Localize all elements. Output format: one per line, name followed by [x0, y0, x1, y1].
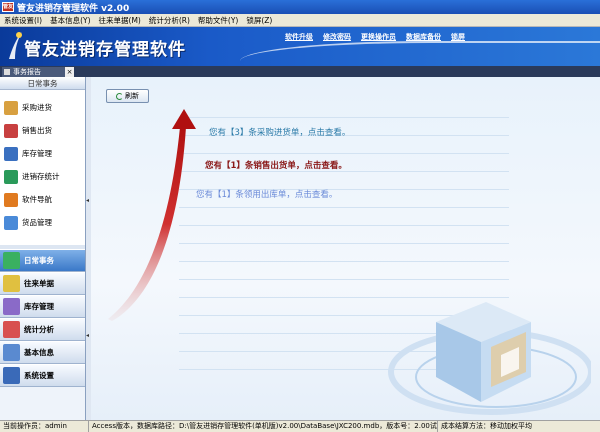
- change-password-link[interactable]: 修改密码: [323, 32, 351, 42]
- group-label: 统计分析: [24, 325, 54, 334]
- group-label: 库存管理: [24, 302, 54, 311]
- sidebar-item-label: 货品管理: [22, 218, 52, 227]
- banner-links: 软件升级 修改密码 更换操作员 数据库备份 锁屏: [285, 32, 465, 42]
- tab-icon: [4, 69, 10, 75]
- group-warehouse[interactable]: 库存管理: [0, 295, 85, 318]
- warehouse-icon: [3, 298, 20, 315]
- sidebar-item-goods[interactable]: 货品管理: [0, 211, 85, 234]
- collapse-arrow-icon[interactable]: ◂: [86, 197, 89, 204]
- logo-swoosh-icon: [9, 32, 22, 59]
- sidebar-item-navigation[interactable]: 软件导航: [0, 188, 85, 211]
- group-label: 日常事务: [24, 256, 54, 265]
- refresh-label: 刷新: [125, 92, 139, 100]
- analysis-icon: [3, 321, 20, 338]
- settings-icon: [3, 367, 20, 384]
- decorative-cube-art: [388, 302, 591, 415]
- status-database-info: Access版本，数据库路径：D:\管友进销存管理软件(单机版)v2.00\Da…: [89, 421, 438, 432]
- daily-icon: [3, 252, 20, 269]
- status-cost-method: 成本结算方法：移动加权平均: [441, 422, 532, 430]
- group-info[interactable]: 基本信息: [0, 341, 85, 364]
- sidebar-item-inventory[interactable]: 库存管理: [0, 142, 85, 165]
- navigation-icon: [4, 192, 18, 207]
- header-banner: 管友进销存管理软件 软件升级 修改密码 更换操作员 数据库备份 锁屏: [0, 27, 600, 66]
- app-icon: 管友: [2, 2, 14, 12]
- collapse-arrow-icon[interactable]: ◂: [86, 332, 89, 339]
- main-panel: 刷新 您有【3】条采购进货单，点击查看。 您有【1】条销售出货单，点击查看。 您…: [91, 77, 600, 420]
- tab-bar: 事务报告 ×: [0, 66, 600, 77]
- sidebar-item-label: 库存管理: [22, 149, 52, 158]
- refresh-button[interactable]: 刷新: [106, 89, 149, 103]
- group-documents[interactable]: 往来单据: [0, 272, 85, 295]
- group-daily[interactable]: 日常事务: [0, 249, 85, 272]
- status-operator: 当前操作员：admin: [0, 421, 89, 432]
- purchase-icon: [4, 100, 18, 115]
- banner-title: 管友进销存管理软件: [24, 40, 186, 60]
- sidebar-item-purchase[interactable]: 采购进货: [0, 96, 85, 119]
- outbound-message-link[interactable]: 您有【1】条领用出库单，点击查看。: [196, 188, 337, 200]
- status-bar: 当前操作员：admin Access版本，数据库路径：D:\管友进销存管理软件(…: [0, 420, 600, 432]
- change-operator-link[interactable]: 更换操作员: [361, 32, 396, 42]
- purchase-message-link[interactable]: 您有【3】条采购进货单，点击查看。: [209, 126, 350, 138]
- menu-bar: 系统设置(I) 基本信息(Y) 往来单据(M) 统计分析(R) 帮助文件(Y) …: [0, 14, 600, 27]
- sidebar-header: 日常事务: [0, 77, 85, 90]
- menu-system-settings[interactable]: 系统设置(I): [0, 15, 46, 26]
- sales-message-link[interactable]: 您有【1】条销售出货单，点击查看。: [205, 159, 347, 171]
- red-arrow-icon: [108, 109, 196, 321]
- sidebar-item-label: 软件导航: [22, 195, 52, 204]
- group-analysis[interactable]: 统计分析: [0, 318, 85, 341]
- group-label: 往来单据: [24, 279, 54, 288]
- backup-database-link[interactable]: 数据库备份: [406, 32, 441, 42]
- tab-close-icon[interactable]: ×: [65, 67, 74, 77]
- sales-icon: [4, 123, 18, 138]
- window-title: 管友进销存管理软件 v2.00: [17, 3, 130, 14]
- tab-label: 事务报告: [13, 68, 41, 76]
- sidebar: 日常事务 采购进货 销售出货 库存管理 进销存统计 软件导航 货品管理 日常事务: [0, 77, 86, 420]
- sidebar-item-stats[interactable]: 进销存统计: [0, 165, 85, 188]
- inventory-icon: [4, 146, 18, 161]
- menu-statistics[interactable]: 统计分析(R): [145, 15, 194, 26]
- lock-screen-link[interactable]: 锁屏: [451, 32, 465, 42]
- title-bar: 管友 管友进销存管理软件 v2.00: [0, 0, 600, 14]
- sidebar-item-label: 采购进货: [22, 103, 52, 112]
- menu-basic-info[interactable]: 基本信息(Y): [46, 15, 94, 26]
- group-label: 系统设置: [24, 371, 54, 380]
- menu-documents[interactable]: 往来单据(M): [95, 15, 145, 26]
- stats-icon: [4, 169, 18, 184]
- goods-icon: [4, 215, 18, 230]
- tab-event-report[interactable]: 事务报告 ×: [2, 67, 74, 77]
- group-settings[interactable]: 系统设置: [0, 364, 85, 387]
- sidebar-item-label: 销售出货: [22, 126, 52, 135]
- banner-swoosh: [240, 41, 600, 66]
- menu-lock-screen[interactable]: 锁屏(Z): [242, 15, 276, 26]
- sidebar-item-sales[interactable]: 销售出货: [0, 119, 85, 142]
- documents-icon: [3, 275, 20, 292]
- sidebar-item-label: 进销存统计: [22, 172, 60, 181]
- menu-help[interactable]: 帮助文件(Y): [194, 15, 242, 26]
- group-label: 基本信息: [24, 348, 54, 357]
- sidebar-items: 采购进货 销售出货 库存管理 进销存统计 软件导航 货品管理: [0, 90, 85, 245]
- refresh-icon: [116, 92, 123, 100]
- upgrade-link[interactable]: 软件升级: [285, 32, 313, 42]
- info-icon: [3, 344, 20, 361]
